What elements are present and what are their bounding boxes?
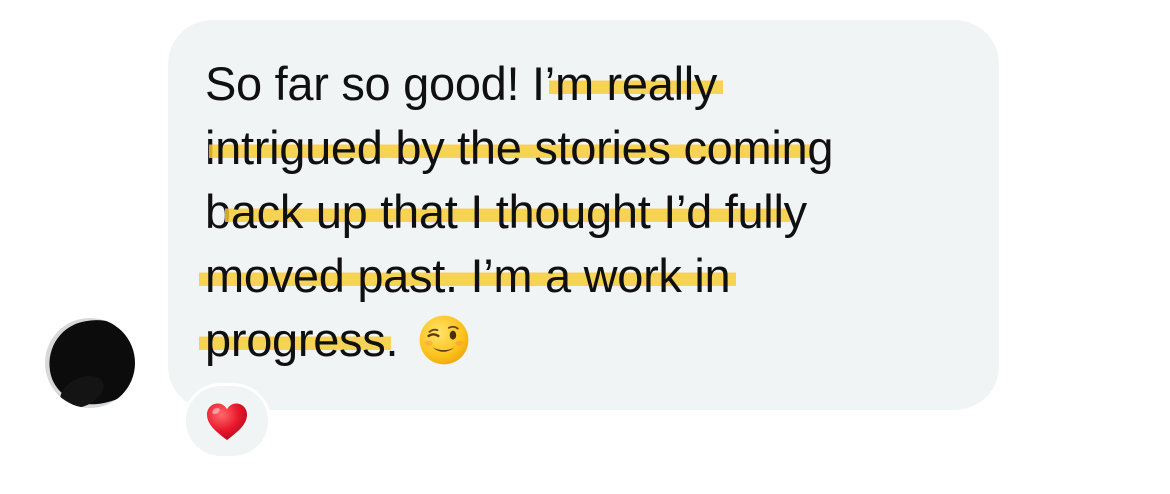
message-text: So far so good! I’m really intrigued by … — [199, 52, 985, 372]
line-text-highlighted: progress — [199, 313, 392, 366]
winking-face-emoji — [418, 314, 470, 366]
message-line-3: back up that I thought I’d fully — [205, 180, 985, 244]
red-heart-emoji — [207, 403, 247, 440]
message-line-1: So far so good! I’m really — [205, 52, 985, 116]
line-text-highlighted: ack up that I thought I’d full — [224, 185, 790, 238]
message-line-5: progress. — [199, 308, 985, 372]
sender-avatar[interactable] — [45, 318, 135, 408]
line-text-highlighted: m really — [548, 57, 724, 110]
line-text-plain: . — [385, 313, 399, 366]
message-line-4: moved past. I’m a work in — [199, 244, 985, 308]
line-text-plain: g — [807, 121, 834, 174]
reaction-badge[interactable] — [183, 383, 271, 459]
line-text-plain: y — [783, 185, 808, 238]
message-line-2: intrigued by the stories coming — [205, 116, 985, 180]
line-text-highlighted: moved past. I’m a work in — [199, 249, 737, 302]
line-text-plain: So far so good! I’ — [205, 57, 555, 110]
line-text-highlighted: ntrigued by the stories comin — [209, 121, 814, 174]
